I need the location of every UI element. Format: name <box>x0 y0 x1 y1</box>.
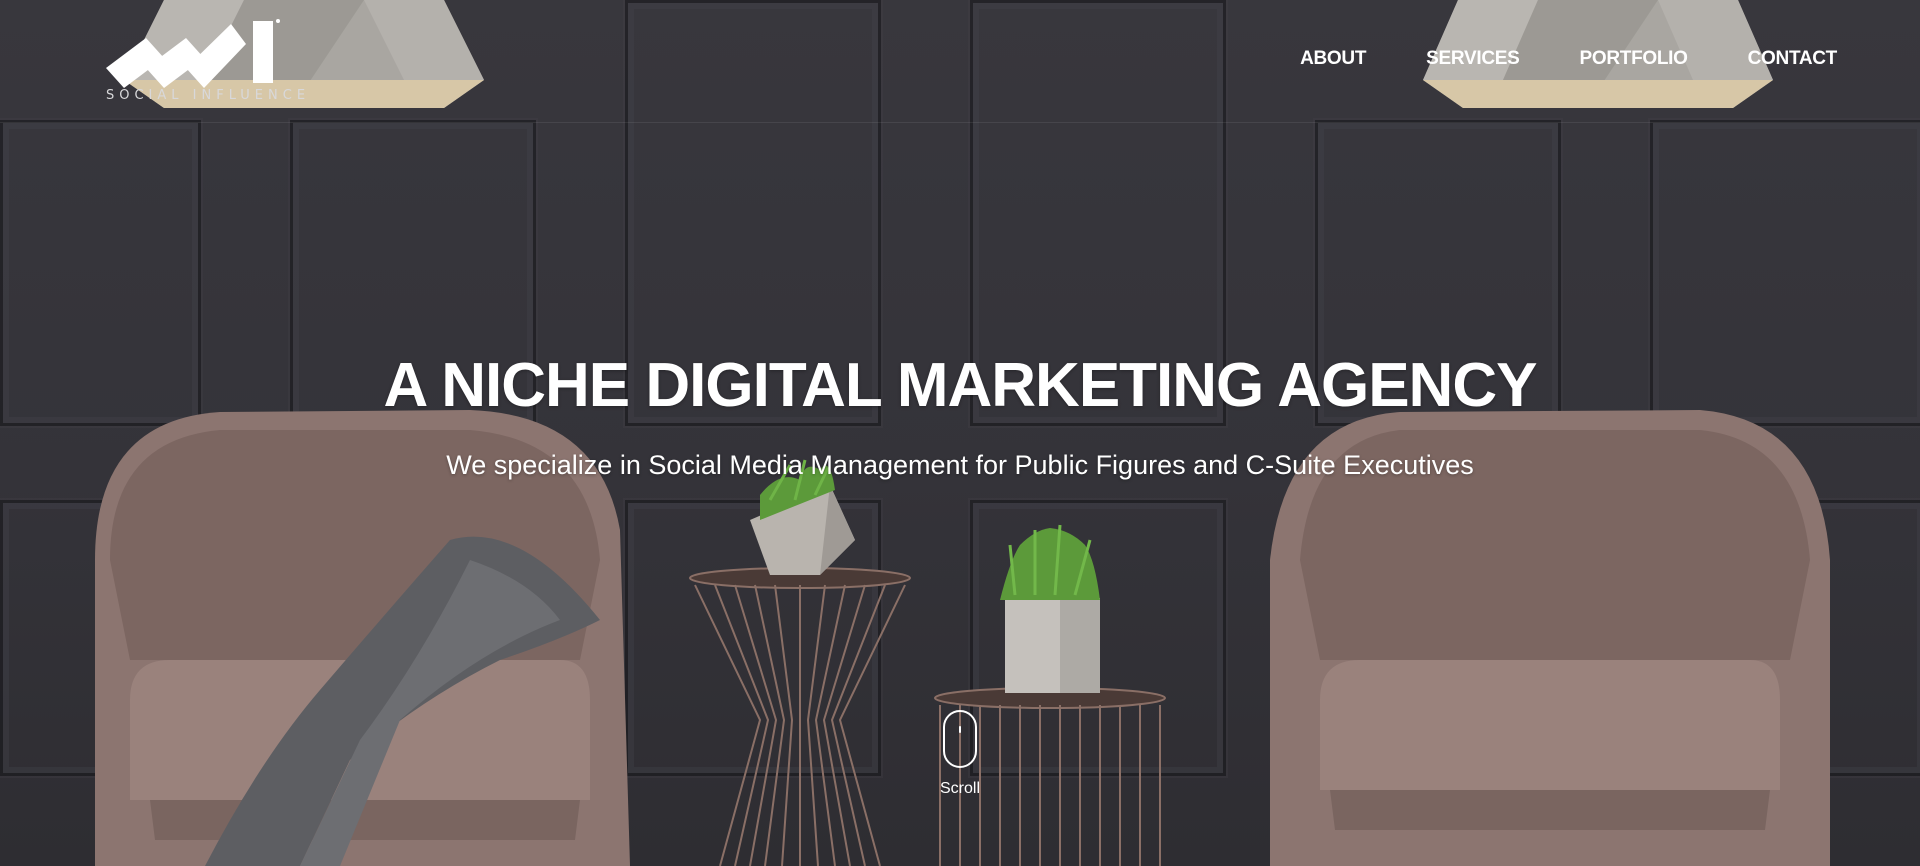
hero-headline: A NICHE DIGITAL MARKETING AGENCY <box>383 351 1538 420</box>
logo-link[interactable]: SOCIAL INFLUENCE <box>106 16 305 112</box>
hero-subline: We specialize in Social Media Management… <box>446 450 1474 480</box>
nav-item-portfolio[interactable]: PORTFOLIO <box>1579 48 1687 70</box>
site-header: SOCIAL INFLUENCE ABOUT SERVICES PORTFOLI… <box>0 0 1920 123</box>
cylinder-planter <box>1000 524 1100 693</box>
nav-item-contact[interactable]: CONTACT <box>1748 48 1838 70</box>
mouse-wheel <box>959 726 961 733</box>
main-nav: ABOUT SERVICES PORTFOLIO CONTACT <box>1300 48 1837 70</box>
side-table-tall <box>689 567 911 866</box>
hero-section: SOCIAL INFLUENCE ABOUT SERVICES PORTFOLI… <box>0 0 1920 866</box>
logo-text: SOCIAL INFLUENCE <box>106 88 311 103</box>
nav-item-services[interactable]: SERVICES <box>1426 48 1520 70</box>
scroll-label: Scroll <box>939 780 980 797</box>
mouse-scroll-icon <box>943 710 977 768</box>
scroll-indicator[interactable]: Scroll <box>937 710 983 798</box>
nav-item-about[interactable]: ABOUT <box>1300 48 1366 70</box>
logo-mark-icon <box>106 19 280 88</box>
